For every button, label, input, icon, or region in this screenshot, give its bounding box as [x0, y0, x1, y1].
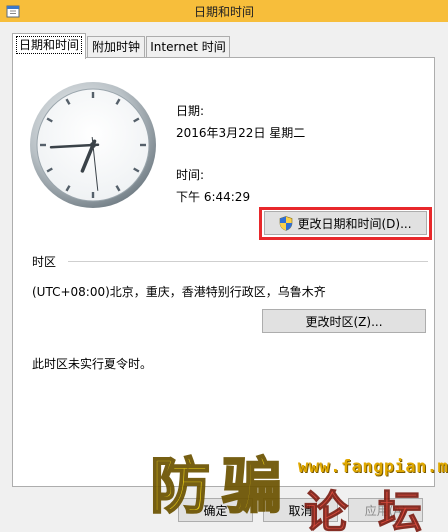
timezone-section-label: 时区 [32, 255, 57, 269]
tab-internet-time[interactable]: Internet 时间 [146, 36, 230, 58]
tab-date-time-label: 日期和时间 [15, 36, 82, 54]
watermark-url: www.fangpian.me [298, 457, 448, 477]
timezone-divider [68, 261, 428, 262]
tab-additional-clocks-label: 附加时钟 [91, 40, 140, 54]
change-timezone-button[interactable]: 更改时区(Z)... [262, 309, 426, 333]
red-highlight-box [259, 207, 432, 240]
watermark-char-1: 防 [149, 451, 211, 523]
tab-date-time[interactable]: 日期和时间 [12, 33, 86, 59]
title-bar: 日期和时间 [0, 0, 448, 22]
timezone-value: (UTC+08:00)北京，重庆，香港特别行政区，乌鲁木齐 [32, 285, 326, 299]
date-label: 日期: [176, 104, 205, 118]
analog-clock-icon [30, 82, 156, 208]
tab-strip: 日期和时间 附加时钟 Internet 时间 [0, 22, 448, 59]
watermark-char-4: 坛 [378, 487, 423, 532]
date-value: 2016年3月22日 星期二 [176, 126, 306, 140]
window-title: 日期和时间 [193, 5, 254, 19]
tab-additional-clocks[interactable]: 附加时钟 [87, 36, 145, 58]
tab-internet-time-label: Internet 时间 [150, 40, 226, 54]
change-timezone-label: 更改时区(Z)... [305, 314, 383, 329]
dst-note: 此时区未实行夏令时。 [32, 357, 153, 371]
watermark-char-3: 论 [304, 487, 349, 532]
time-value: 下午 6:44:29 [176, 190, 251, 204]
watermark-char-2: 骗 [221, 451, 283, 523]
time-label: 时间: [176, 168, 205, 182]
